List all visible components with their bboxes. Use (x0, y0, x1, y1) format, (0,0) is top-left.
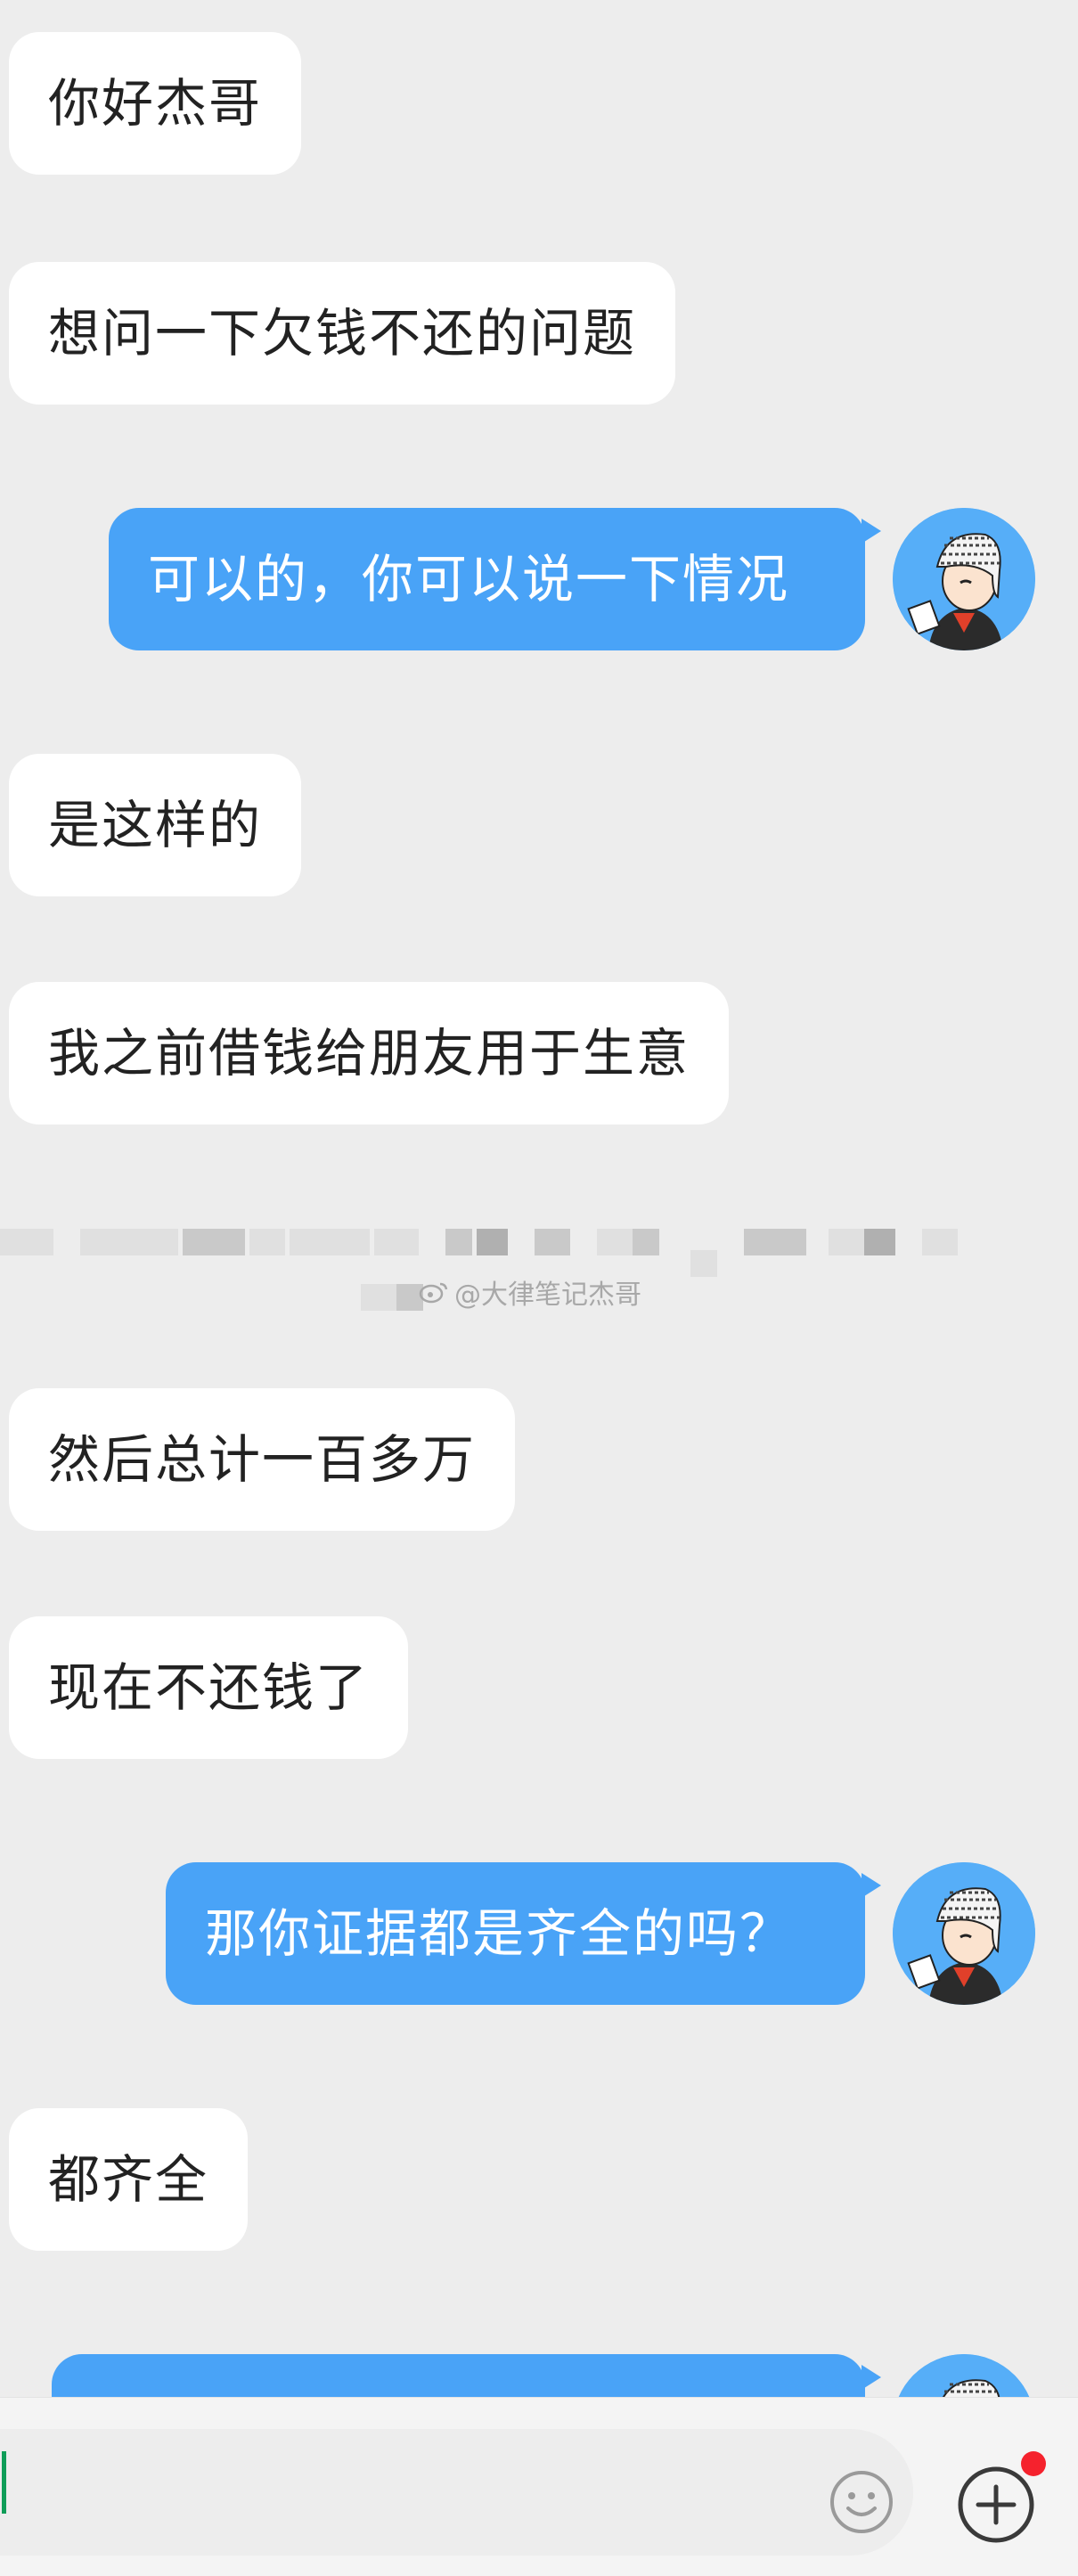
smile-icon[interactable] (829, 2469, 894, 2535)
plus-circle-icon[interactable] (955, 2464, 1037, 2546)
message-bubble-incoming[interactable]: 我之前借钱给朋友用于生意 (9, 982, 730, 1124)
watermark: @大律笔记杰哥 (419, 1272, 641, 1312)
message-text: 然后总计一百多万 (48, 1429, 477, 1490)
lawyer-avatar-icon (893, 508, 1035, 650)
notification-badge (1021, 2451, 1046, 2476)
user-avatar[interactable] (893, 1862, 1035, 2005)
message-bubble-incoming[interactable]: 想问一下欠钱不还的问题 (9, 262, 676, 405)
message-bubble-incoming[interactable]: 都齐全 (9, 2108, 249, 2251)
message-text: 那你证据都是齐全的吗？ (205, 1903, 794, 1964)
message-bubble-outgoing[interactable]: 可以的，你可以说一下情况 (109, 508, 881, 650)
message-bubble-incoming[interactable]: 你好杰哥 (9, 32, 302, 175)
lawyer-avatar-icon (893, 1862, 1035, 2005)
input-bar (0, 2397, 1078, 2576)
user-avatar[interactable] (893, 508, 1035, 650)
message-bubble-incoming[interactable]: 是这样的 (9, 754, 302, 896)
message-input[interactable] (0, 2429, 913, 2556)
watermark-text: @大律笔记杰哥 (454, 1280, 641, 1311)
message-text: 可以的，你可以说一下情况 (148, 549, 790, 609)
message-text: 你好杰哥 (48, 73, 263, 134)
message-text: 我之前借钱给朋友用于生意 (48, 1023, 690, 1084)
message-text: 是这样的 (48, 795, 263, 855)
message-text: 想问一下欠钱不还的问题 (48, 303, 637, 364)
message-bubble-incoming[interactable]: 然后总计一百多万 (9, 1388, 516, 1531)
text-cursor (2, 2451, 6, 2514)
message-text: 现在不还钱了 (48, 1657, 370, 1718)
weibo-icon (419, 1282, 448, 1304)
message-bubble-incoming[interactable]: 现在不还钱了 (9, 1616, 409, 1759)
message-bubble-outgoing[interactable]: 那你证据都是齐全的吗？ (166, 1862, 881, 2005)
message-text: 都齐全 (48, 2149, 209, 2210)
